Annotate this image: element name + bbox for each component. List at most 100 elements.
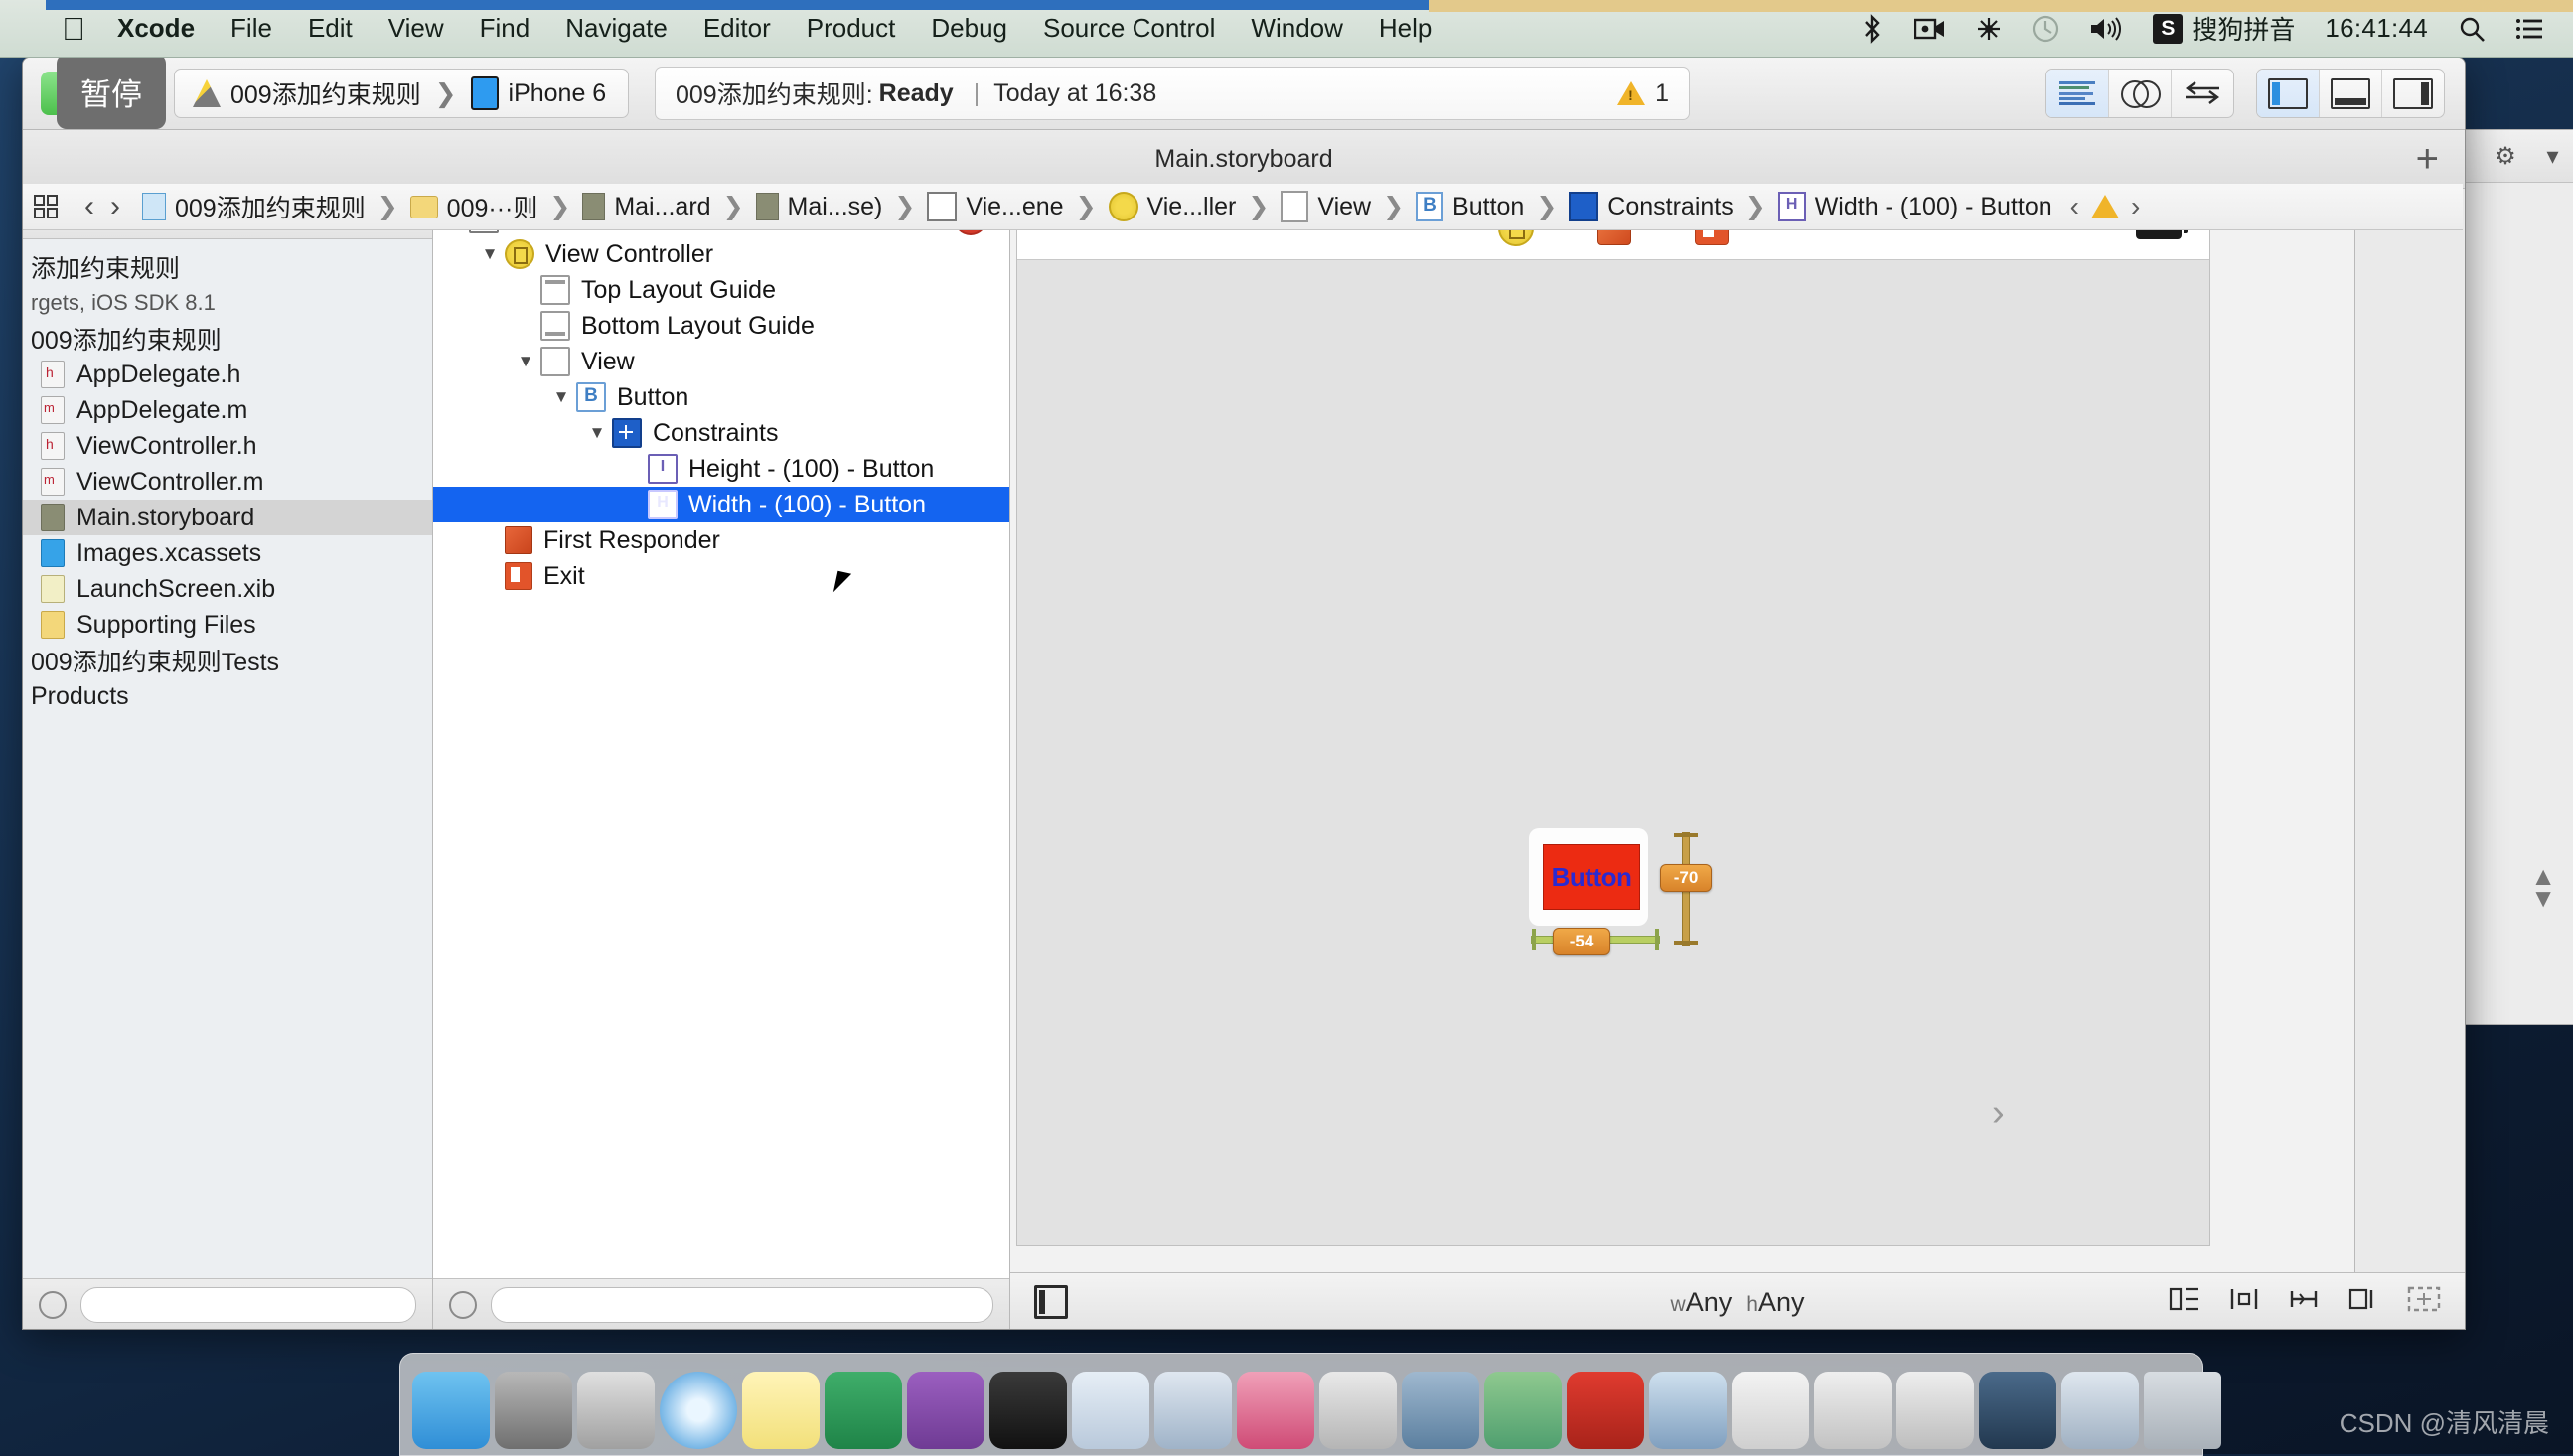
dock-app-simulator[interactable] [1154, 1372, 1232, 1449]
dock-app-photos[interactable] [1484, 1372, 1562, 1449]
outline-row-constraints[interactable]: ▼ Constraints [433, 415, 1009, 451]
breadcrumb-forward-button[interactable]: › [110, 190, 120, 223]
width-constraint-badge[interactable]: -54 [1553, 928, 1610, 955]
status-warning-group[interactable]: 1 [1617, 79, 1669, 108]
dock-app-terminal[interactable] [989, 1372, 1067, 1449]
dock-app-safari[interactable] [660, 1372, 737, 1449]
ime-indicator[interactable]: S 搜狗拼音 [2153, 10, 2295, 47]
dock-app-onenote[interactable] [907, 1372, 984, 1449]
breadcrumb-item-group[interactable]: 009···则 [410, 189, 538, 224]
editor-mode-segment[interactable] [2045, 69, 2234, 118]
design-button[interactable]: Button [1543, 844, 1640, 910]
nav-row-main-storyboard[interactable]: Main.storyboard [23, 500, 432, 535]
outline-row-height-constraint[interactable]: ▼ I Height - (100) - Button [433, 451, 1009, 487]
airdrop-icon[interactable] [1976, 16, 2002, 42]
version-editor-button[interactable] [2172, 70, 2233, 117]
dock-app-quicktime[interactable] [1402, 1372, 1479, 1449]
nav-row-products[interactable]: Products [23, 678, 432, 714]
dock-app-a[interactable] [1814, 1372, 1892, 1449]
outline-row-view-controller[interactable]: ▼ View Controller [433, 236, 1009, 272]
outline-row-bottom-layout-guide[interactable]: ▼ Bottom Layout Guide [433, 308, 1009, 344]
gear-icon[interactable]: ⚙ [2495, 142, 2516, 171]
nav-row-project[interactable]: 添加约束规则 [23, 249, 432, 285]
dock-app-instruments[interactable] [1072, 1372, 1149, 1449]
breadcrumb-item-view-controller[interactable]: Vie...ller [1109, 192, 1237, 221]
editor-tab-title[interactable]: Main.storyboard [1154, 145, 1332, 174]
menu-item-xcode[interactable]: Xcode [117, 13, 195, 44]
search-icon[interactable] [2458, 15, 2486, 43]
dock-app-font-book[interactable] [1732, 1372, 1809, 1449]
menu-item-view[interactable]: View [388, 13, 444, 44]
dock-app-keynote[interactable] [1237, 1372, 1314, 1449]
height-constraint-badge[interactable]: -70 [1660, 864, 1712, 892]
breadcrumb-item-scene[interactable]: Vie...ene [927, 192, 1063, 221]
dock-app-presentation[interactable] [1979, 1372, 2056, 1449]
nav-row-viewcontroller-h[interactable]: ViewController.h [23, 428, 432, 464]
issue-next-button[interactable]: › [2131, 191, 2140, 222]
outline-row-top-layout-guide[interactable]: ▼ Top Layout Guide [433, 272, 1009, 308]
size-class-label[interactable]: wAny hAny [1010, 1287, 2465, 1318]
dock-app-system-preferences[interactable] [495, 1372, 572, 1449]
menu-item-edit[interactable]: Edit [308, 13, 353, 44]
navigator-filter-input[interactable] [80, 1287, 416, 1323]
breadcrumb-item-button[interactable]: B Button [1416, 192, 1524, 221]
design-button-group[interactable]: Button -54 -70 [1543, 844, 1640, 910]
add-item-icon[interactable] [39, 1291, 67, 1319]
menu-item-product[interactable]: Product [807, 13, 896, 44]
navigator-toggle-button[interactable] [2257, 70, 2320, 117]
nav-row-viewcontroller-m[interactable]: ViewController.m [23, 464, 432, 500]
nav-row-launchscreen-xib[interactable]: LaunchScreen.xib [23, 571, 432, 607]
chevron-down-icon-2[interactable]: ▾ [2547, 142, 2559, 171]
screen-record-icon[interactable] [1914, 17, 1946, 41]
volume-icon[interactable] [2089, 16, 2123, 42]
dock-app-excel[interactable] [825, 1372, 902, 1449]
dock-app-finder[interactable] [412, 1372, 490, 1449]
breadcrumb-item-width-constraint[interactable]: H Width - (100) - Button [1778, 192, 2052, 221]
outline-filter-field[interactable] [504, 1291, 981, 1319]
menu-item-find[interactable]: Find [480, 13, 530, 44]
scroll-arrows[interactable]: ▲▼ [2530, 865, 2556, 909]
dock-app-snipping[interactable] [1319, 1372, 1397, 1449]
outline-row-view[interactable]: ▼ View [433, 344, 1009, 379]
outline-row-first-responder[interactable]: ▼ First Responder [433, 522, 1009, 558]
panel-resize-handle[interactable]: › [1992, 1092, 2014, 1138]
nav-row-group[interactable]: 009添加约束规则 [23, 321, 432, 357]
nav-row-supporting-files[interactable]: Supporting Files [23, 607, 432, 643]
dock-app-b[interactable] [1896, 1372, 1974, 1449]
menu-item-window[interactable]: Window [1251, 13, 1342, 44]
disclosure-triangle-icon[interactable]: ▼ [586, 423, 608, 443]
dock-app-preview[interactable] [2061, 1372, 2139, 1449]
panel-toggle-segment[interactable] [2256, 69, 2445, 118]
menu-item-help[interactable]: Help [1379, 13, 1432, 44]
standard-editor-button[interactable] [2046, 70, 2109, 117]
dock-app-sketch[interactable] [1649, 1372, 1727, 1449]
disclosure-triangle-icon[interactable]: ▼ [550, 387, 572, 407]
dock-trash[interactable] [2144, 1372, 2221, 1449]
outline-row-button[interactable]: ▼ B Button [433, 379, 1009, 415]
bluetooth-icon[interactable] [1859, 14, 1885, 44]
nav-row-appdelegate-h[interactable]: AppDelegate.h [23, 357, 432, 392]
nav-row-images-xcassets[interactable]: Images.xcassets [23, 535, 432, 571]
menu-bar-clock[interactable]: 16:41:44 [2325, 13, 2428, 44]
breadcrumb-item-storyboard[interactable]: Mai...ard [582, 193, 710, 221]
outline-row-exit[interactable]: ▼ Exit [433, 558, 1009, 594]
breadcrumb-item-view[interactable]: View [1281, 191, 1371, 222]
breadcrumb-back-button[interactable]: ‹ [84, 190, 94, 223]
disclosure-triangle-icon[interactable]: ▼ [515, 352, 536, 371]
assistant-editor-button[interactable] [2109, 70, 2172, 117]
breadcrumb-item-constraints[interactable]: Constraints [1569, 192, 1733, 221]
dock-app-filezilla[interactable] [1567, 1372, 1644, 1449]
time-machine-icon[interactable] [2032, 15, 2059, 43]
debug-toggle-button[interactable] [2320, 70, 2382, 117]
menu-item-source-control[interactable]: Source Control [1043, 13, 1215, 44]
outline-row-width-constraint[interactable]: ▼ H Width - (100) - Button [433, 487, 1009, 522]
related-files-icon[interactable] [23, 195, 69, 218]
menu-item-editor[interactable]: Editor [703, 13, 771, 44]
menu-item-navigate[interactable]: Navigate [565, 13, 668, 44]
issue-prev-button[interactable]: ‹ [2070, 191, 2079, 222]
nav-row-appdelegate-m[interactable]: AppDelegate.m [23, 392, 432, 428]
utilities-toggle-button[interactable] [2382, 70, 2444, 117]
breadcrumb-item-project[interactable]: 009添加约束规则 [142, 189, 366, 224]
nav-row-tests[interactable]: 009添加约束规则Tests [23, 643, 432, 678]
interface-builder-canvas[interactable]: Button -54 -70 › [1010, 189, 2465, 1272]
